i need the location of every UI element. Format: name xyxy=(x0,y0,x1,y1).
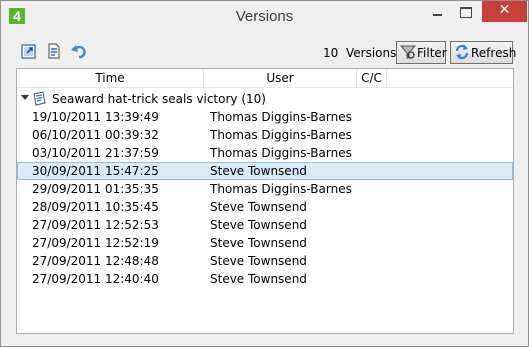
table-row[interactable]: 03/10/2011 21:37:59 Thomas Diggins-Barnes xyxy=(17,144,513,162)
file-compare-icon[interactable] xyxy=(45,42,63,60)
version-count: 10 xyxy=(323,46,339,60)
close-button[interactable]: ✕ xyxy=(482,1,527,22)
table-row[interactable]: 28/09/2011 10:35:45 Steve Townsend xyxy=(17,198,513,216)
row-time: 06/10/2011 00:39:32 xyxy=(32,128,159,142)
toolbar: 10 Versions Filter Refresh xyxy=(1,38,528,68)
undo-icon[interactable] xyxy=(70,42,88,60)
filter-icon xyxy=(399,44,417,63)
column-header-cc[interactable]: C/C xyxy=(357,69,387,88)
table-row[interactable]: 19/10/2011 13:39:49 Thomas Diggins-Barnes xyxy=(17,108,513,126)
refresh-icon xyxy=(454,44,470,63)
versions-window: 4 Versions ✕ 10 Versions Filter Refresh … xyxy=(0,0,529,347)
row-user: Steve Townsend xyxy=(210,200,307,214)
table-row[interactable]: 27/09/2011 12:52:53 Steve Townsend xyxy=(17,216,513,234)
expand-arrow-icon[interactable] xyxy=(21,95,29,100)
row-user: Steve Townsend xyxy=(210,272,307,286)
row-user: Thomas Diggins-Barnes xyxy=(210,128,352,142)
group-label: Seaward hat-trick seals victory (10) xyxy=(52,92,266,106)
row-user: Steve Townsend xyxy=(210,236,307,250)
document-icon xyxy=(31,91,47,107)
close-icon: ✕ xyxy=(498,2,511,18)
row-user: Thomas Diggins-Barnes xyxy=(210,182,352,196)
table-row[interactable]: 29/09/2011 01:35:35 Thomas Diggins-Barnes xyxy=(17,180,513,198)
row-time: 27/09/2011 12:52:53 xyxy=(32,218,159,232)
open-external-icon[interactable] xyxy=(20,42,38,60)
version-rows: 19/10/2011 13:39:49 Thomas Diggins-Barnes… xyxy=(17,108,513,288)
table-row[interactable]: 06/10/2011 00:39:32 Thomas Diggins-Barnes xyxy=(17,126,513,144)
filter-button-label: Filter xyxy=(417,46,447,60)
column-header-time[interactable]: Time xyxy=(17,69,204,88)
table-row-selected[interactable]: 30/09/2011 15:47:25 Steve Townsend xyxy=(17,162,513,180)
row-time: 29/09/2011 01:35:35 xyxy=(32,182,159,196)
row-time: 27/09/2011 12:52:19 xyxy=(32,236,159,250)
row-user: Steve Townsend xyxy=(210,164,307,178)
versions-grid[interactable]: Time User C/C Seaward hat-trick seals vi… xyxy=(16,68,514,334)
title-bar[interactable]: 4 Versions ✕ xyxy=(1,1,528,32)
grid-header: Time User C/C xyxy=(17,69,513,88)
maximize-button[interactable] xyxy=(453,1,477,22)
table-row[interactable]: 27/09/2011 12:52:19 Steve Townsend xyxy=(17,234,513,252)
row-time: 27/09/2011 12:48:48 xyxy=(32,254,159,268)
row-time: 30/09/2011 15:47:25 xyxy=(32,164,159,178)
row-user: Thomas Diggins-Barnes xyxy=(210,110,352,124)
row-time: 03/10/2011 21:37:59 xyxy=(32,146,159,160)
minimize-button[interactable] xyxy=(425,1,449,22)
group-row[interactable]: Seaward hat-trick seals victory (10) xyxy=(17,90,513,108)
row-user: Thomas Diggins-Barnes xyxy=(210,146,352,160)
version-count-label: Versions xyxy=(346,46,397,60)
row-time: 19/10/2011 13:39:49 xyxy=(32,110,159,124)
column-header-user[interactable]: User xyxy=(204,69,357,88)
row-time: 28/09/2011 10:35:45 xyxy=(32,200,159,214)
row-user: Steve Townsend xyxy=(210,254,307,268)
row-user: Steve Townsend xyxy=(210,218,307,232)
table-row[interactable]: 27/09/2011 12:48:48 Steve Townsend xyxy=(17,252,513,270)
refresh-button[interactable]: Refresh xyxy=(450,41,517,64)
refresh-button-label: Refresh xyxy=(471,46,517,60)
filter-button[interactable]: Filter xyxy=(396,41,447,64)
row-time: 27/09/2011 12:40:40 xyxy=(32,272,159,286)
table-row[interactable]: 27/09/2011 12:40:40 Steve Townsend xyxy=(17,270,513,288)
